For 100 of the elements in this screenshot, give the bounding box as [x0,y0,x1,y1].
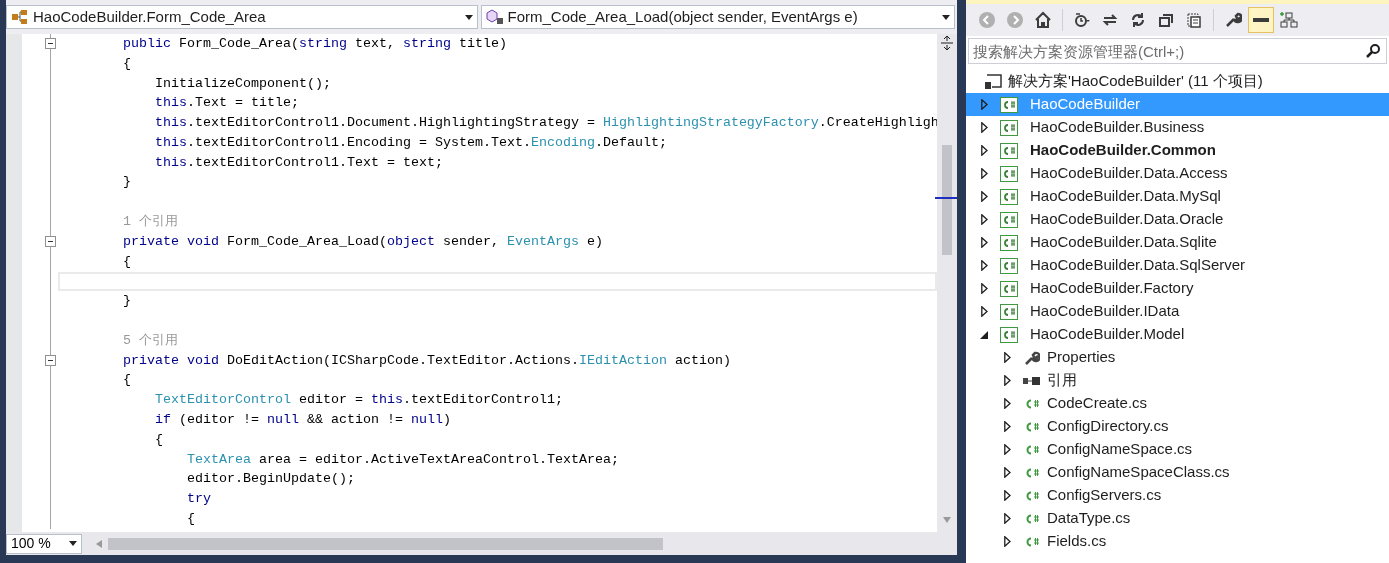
project-item[interactable]: HaoCodeBuilder.Business [966,116,1389,139]
project-label: HaoCodeBuilder.Business [1030,117,1205,138]
code-type: Encoding [530,133,595,152]
collapsed-arrow-icon[interactable] [980,168,988,179]
file-item[interactable]: ConfigNameSpace.cs [966,438,1389,461]
code-text: } [123,292,131,311]
project-label: HaoCodeBuilder [1030,94,1141,115]
csharp-project-icon [1000,188,1018,205]
file-item[interactable]: ConfigNameSpaceClass.cs [966,461,1389,484]
code-text: .Text = title; [187,94,299,113]
code-text: { [123,54,131,73]
csharp-project-icon [1000,326,1018,343]
code-keyword: public [123,34,171,53]
file-item[interactable]: ConfigDirectory.cs [966,415,1389,438]
csharp-file-icon [1024,489,1040,502]
search-field[interactable]: 搜索解决方案资源管理器(Ctrl+;) [968,38,1387,64]
collapsed-arrow-icon[interactable] [1003,513,1011,524]
csharp-file-icon [1024,466,1040,479]
expanded-arrow-icon[interactable] [980,330,988,339]
project-item[interactable]: HaoCodeBuilder.Common [966,139,1389,162]
code-keyword: this [155,133,187,152]
solution-label[interactable]: 解决方案'HaoCodeBuilder' (11 个项目) [1008,70,1263,93]
file-label: DataType.cs [1047,508,1131,529]
scrollbar-thumb[interactable] [108,537,663,550]
collapsed-arrow-icon[interactable] [980,145,988,156]
file-label: Fields.cs [1047,531,1107,552]
project-item[interactable]: HaoCodeBuilder.Factory [966,277,1389,300]
project-item[interactable]: HaoCodeBuilder.Data.Sqlite [966,231,1389,254]
file-item[interactable]: CodeCreate.cs [966,392,1389,415]
file-label: Properties [1047,347,1116,368]
file-item[interactable]: DataType.cs [966,507,1389,530]
split-icon[interactable] [939,35,955,51]
code-keyword: this [155,94,187,113]
preview-button[interactable] [1248,7,1274,33]
csharp-project-icon [1000,119,1018,136]
file-item[interactable]: Properties [966,346,1389,369]
class-dropdown[interactable]: HaoCodeBuilder.Form_Code_Area [6,5,478,29]
dropdown-caret-icon [942,14,950,20]
vertical-scrollbar[interactable] [937,34,957,555]
collapsed-arrow-icon[interactable] [1003,352,1011,363]
collapsed-arrow-icon[interactable] [980,260,988,271]
code-text: editor = [297,391,364,410]
cursor-position-marker [935,197,957,199]
project-item[interactable]: HaoCodeBuilder.Data.SqlServer [966,254,1389,277]
code-keyword: this [370,391,403,410]
scrollbar-thumb[interactable] [942,145,952,255]
project-label: HaoCodeBuilder.Common [1030,140,1216,161]
code-keyword: string [299,34,347,53]
code-text: { [187,510,195,529]
project-item[interactable]: HaoCodeBuilder.Data.Access [966,162,1389,185]
code-keyword: string [403,34,451,53]
code-keyword: object [386,232,435,251]
project-label: HaoCodeBuilder.Data.Oracle [1030,209,1224,230]
class-icon [11,9,29,25]
code-text: InitializeComponent(); [155,74,331,93]
collapse-icon[interactable] [45,354,56,366]
file-label: CodeCreate.cs [1047,393,1148,414]
collapsed-arrow-icon[interactable] [1003,398,1011,409]
file-item[interactable]: ConfigServers.cs [966,484,1389,507]
code-text: .textEditorControl1.Encoding = System.Text. [187,133,531,152]
member-dropdown[interactable]: Form_Code_Area_Load(object sender, EventArgs e) [480,5,955,29]
file-item[interactable]: 引用 [966,369,1389,392]
code-keyword: null [267,411,299,430]
project-item[interactable]: HaoCodeBuilder.Data.Oracle [966,208,1389,231]
collapsed-arrow-icon[interactable] [1003,444,1011,455]
file-item[interactable]: Fields.cs [966,530,1389,553]
collapse-icon[interactable] [45,38,56,49]
collapsed-arrow-icon[interactable] [1003,421,1011,432]
file-label: ConfigServers.cs [1047,485,1162,506]
project-label: HaoCodeBuilder.Data.Sqlite [1030,232,1217,253]
code-text: { [123,252,131,271]
zoom-dropdown[interactable]: 100 % [6,533,82,554]
code-text: area = editor.ActiveTextAreaControl.TextArea; [258,450,619,469]
project-item[interactable]: HaoCodeBuilder.Data.MySql [966,185,1389,208]
collapsed-arrow-icon[interactable] [980,122,988,133]
project-item[interactable]: HaoCodeBuilder.Model [966,323,1389,346]
code-text: { [155,430,163,449]
collapsed-arrow-icon[interactable] [980,237,988,248]
collapsed-arrow-icon[interactable] [980,191,988,202]
project-item[interactable]: HaoCodeBuilder.IData [966,300,1389,323]
collapsed-arrow-icon[interactable] [1003,375,1011,386]
code-text: e) [585,232,603,251]
file-label: 引用 [1047,370,1077,391]
csharp-project-icon [1000,142,1018,159]
collapsed-arrow-icon[interactable] [1003,536,1011,547]
collapsed-arrow-icon[interactable] [1003,490,1011,501]
dropdown-caret-icon [69,541,77,546]
csharp-file-icon [1024,397,1040,410]
csharp-file-icon [1024,420,1040,433]
code-keyword: private void [123,351,219,370]
collapsed-arrow-icon[interactable] [1003,467,1011,478]
code-keyword: if [155,411,171,430]
collapse-icon[interactable] [45,235,56,247]
collapsed-arrow-icon[interactable] [980,306,988,317]
collapsed-arrow-icon[interactable] [980,214,988,225]
collapsed-arrow-icon[interactable] [980,283,988,294]
project-label: HaoCodeBuilder.Data.SqlServer [1030,255,1246,276]
code-text: && action != [305,411,404,430]
code-type: TextEditorControl [155,391,291,410]
dropdown-caret-icon [464,14,473,20]
